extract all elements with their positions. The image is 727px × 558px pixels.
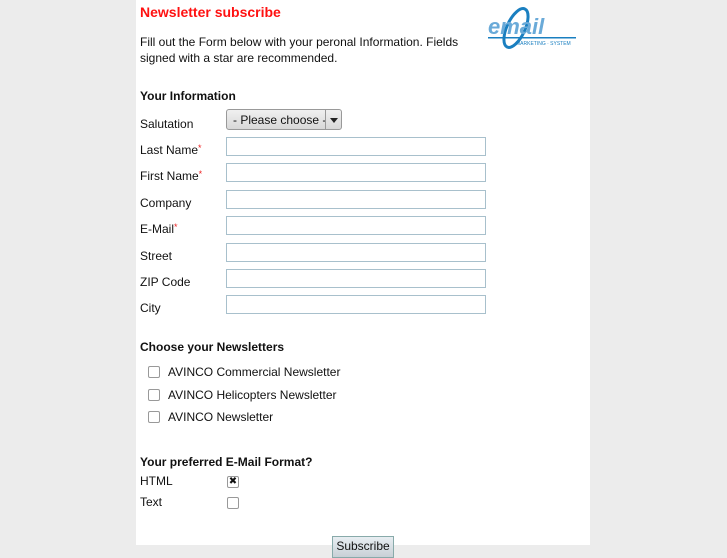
required-star: * bbox=[174, 222, 178, 232]
required-star: * bbox=[198, 143, 202, 153]
format-checkbox-html[interactable]: ✖ bbox=[227, 476, 239, 488]
newsletter-label: AVINCO Helicopters Newsletter bbox=[168, 388, 337, 402]
section-email-format: Your preferred E-Mail Format? bbox=[140, 455, 313, 469]
field-label: First Name* bbox=[140, 169, 202, 183]
section-your-information: Your Information bbox=[140, 89, 236, 103]
last-name-input[interactable] bbox=[226, 137, 486, 156]
field-label: Last Name* bbox=[140, 143, 202, 157]
first-name-input[interactable] bbox=[226, 163, 486, 182]
newsletter-label: AVINCO Newsletter bbox=[168, 410, 274, 424]
field-label: ZIP Code bbox=[140, 275, 190, 289]
newsletter-form-panel: Newsletter subscribe Fill out the Form b… bbox=[136, 0, 590, 558]
newsletter-checkbox[interactable] bbox=[148, 389, 160, 401]
field-label: City bbox=[140, 301, 161, 315]
e-mail-input[interactable] bbox=[226, 216, 486, 235]
field-label-text: Street bbox=[140, 249, 173, 263]
subscribe-button[interactable]: Subscribe bbox=[332, 536, 394, 558]
chevron-down-icon bbox=[325, 110, 341, 129]
newsletter-checkbox[interactable] bbox=[148, 366, 160, 378]
email-marketing-logo: email MARKETING · SYSTEM bbox=[488, 7, 576, 49]
format-label: Text bbox=[140, 495, 163, 509]
city-input[interactable] bbox=[226, 295, 486, 314]
field-label-text: First Name bbox=[140, 169, 199, 183]
section-newsletters: Choose your Newsletters bbox=[140, 340, 285, 354]
salutation-value: - Please choose - bbox=[233, 113, 327, 127]
field-label: Company bbox=[140, 196, 191, 210]
field-label: E-Mail* bbox=[140, 222, 178, 236]
svg-text:MARKETING · SYSTEM: MARKETING · SYSTEM bbox=[516, 41, 571, 47]
required-star: * bbox=[198, 169, 203, 179]
field-label-text: E-Mail bbox=[140, 222, 175, 236]
field-label-text: Last Name bbox=[140, 143, 199, 157]
zip-code-input[interactable] bbox=[226, 269, 486, 288]
newsletter-label: AVINCO Commercial Newsletter bbox=[168, 365, 341, 379]
svg-text:email: email bbox=[488, 14, 545, 39]
field-label-text: City bbox=[140, 301, 161, 315]
street-input[interactable] bbox=[226, 243, 486, 262]
field-label: Street bbox=[140, 249, 172, 263]
salutation-select[interactable]: - Please choose - bbox=[226, 109, 342, 130]
company-input[interactable] bbox=[226, 190, 486, 209]
format-label: HTML bbox=[140, 474, 173, 488]
intro-text: Fill out the Form below with your perona… bbox=[140, 35, 459, 65]
page-title: Newsletter subscribe bbox=[140, 4, 281, 20]
newsletter-checkbox[interactable] bbox=[148, 411, 160, 423]
field-label-text: Company bbox=[140, 196, 192, 210]
salutation-label: Salutation bbox=[140, 117, 194, 131]
field-label-text: ZIP Code bbox=[140, 275, 191, 289]
format-checkbox-text[interactable] bbox=[227, 497, 239, 509]
